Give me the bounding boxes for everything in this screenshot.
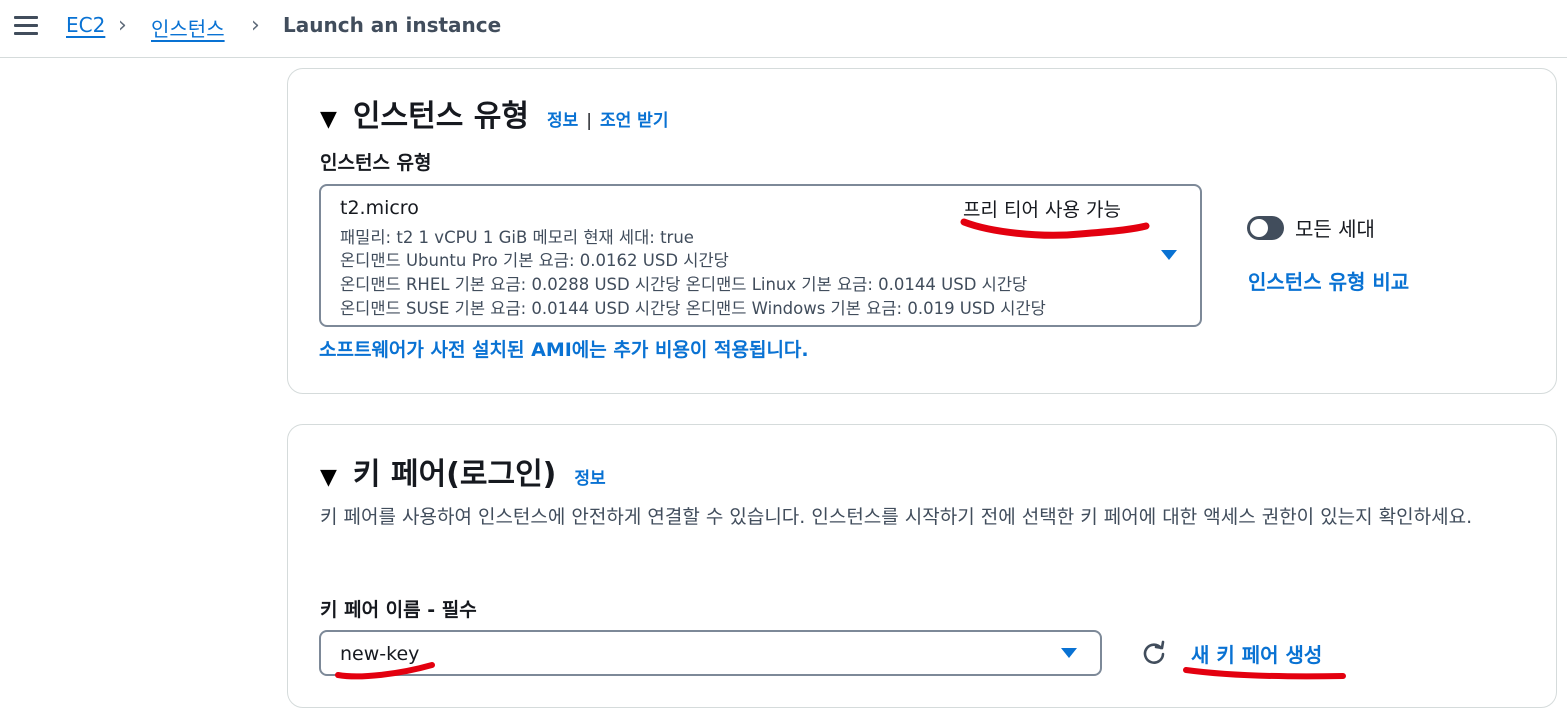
key-pair-select[interactable]: new-key bbox=[319, 630, 1102, 676]
chevron-right-icon: › bbox=[118, 13, 127, 38]
section-title: 인스턴스 유형 bbox=[352, 99, 529, 134]
separator: | bbox=[586, 111, 592, 131]
get-advice-link[interactable]: 조언 받기 bbox=[600, 106, 668, 131]
breadcrumb-instances[interactable]: 인스턴스 bbox=[151, 13, 225, 42]
key-pair-panel: ▼ 키 페어(로그인) 정보 키 페어를 사용하여 인스턴스에 안전하게 연결할… bbox=[287, 424, 1557, 708]
chevron-right-icon: › bbox=[251, 13, 260, 38]
breadcrumb-ec2[interactable]: EC2 bbox=[66, 13, 105, 37]
ami-cost-note-link[interactable]: 소프트웨어가 사전 설치된 AMI에는 추가 비용이 적용됩니다. bbox=[319, 335, 809, 362]
instance-type-name: t2.micro bbox=[340, 197, 419, 219]
key-pair-value: new-key bbox=[340, 643, 420, 665]
caret-down-icon[interactable]: ▼ bbox=[320, 465, 337, 490]
create-key-pair-link[interactable]: 새 키 페어 생성 bbox=[1191, 639, 1322, 668]
pricing-line-rhel-linux: 온디맨드 RHEL 기본 요금: 0.0288 USD 시간당 온디맨드 Lin… bbox=[340, 275, 1028, 294]
section-header: ▼ 인스턴스 유형 정보 | 조언 받기 bbox=[320, 91, 668, 135]
compare-instance-types-link[interactable]: 인스턴스 유형 비교 bbox=[1248, 266, 1409, 295]
pricing-line-suse-windows: 온디맨드 SUSE 기본 요금: 0.0144 USD 시간당 온디맨드 Win… bbox=[340, 299, 1046, 318]
top-navigation-bar: EC2 › 인스턴스 › Launch an instance bbox=[0, 0, 1567, 58]
breadcrumb-current: Launch an instance bbox=[283, 13, 502, 37]
info-link[interactable]: 정보 bbox=[574, 464, 605, 489]
instance-spec-line: 패밀리: t2 1 vCPU 1 GiB 메모리 현재 세대: true bbox=[340, 228, 694, 247]
pricing-line-ubuntu: 온디맨드 Ubuntu Pro 기본 요금: 0.0162 USD 시간당 bbox=[340, 251, 729, 270]
dropdown-arrow-icon bbox=[1161, 250, 1177, 260]
refresh-icon[interactable] bbox=[1139, 639, 1169, 669]
key-pair-description: 키 페어를 사용하여 인스턴스에 안전하게 연결할 수 있습니다. 인스턴스를 … bbox=[320, 506, 1473, 528]
menu-icon[interactable] bbox=[14, 16, 38, 36]
section-header: ▼ 키 페어(로그인) 정보 bbox=[320, 449, 606, 493]
instance-type-select[interactable]: t2.micro 프리 티어 사용 가능 패밀리: t2 1 vCPU 1 Gi… bbox=[319, 184, 1202, 327]
caret-down-icon[interactable]: ▼ bbox=[320, 107, 337, 132]
free-tier-badge: 프리 티어 사용 가능 bbox=[963, 199, 1121, 221]
dropdown-arrow-icon bbox=[1061, 648, 1077, 658]
instance-type-label: 인스턴스 유형 bbox=[320, 152, 432, 174]
key-pair-name-label: 키 페어 이름 - 필수 bbox=[320, 599, 477, 621]
all-generations-toggle[interactable] bbox=[1247, 216, 1284, 240]
instance-type-panel: ▼ 인스턴스 유형 정보 | 조언 받기 인스턴스 유형 t2.micro 프리… bbox=[287, 68, 1557, 394]
all-generations-label: 모든 세대 bbox=[1295, 217, 1375, 241]
info-link[interactable]: 정보 bbox=[547, 106, 578, 131]
section-title: 키 페어(로그인) bbox=[352, 457, 557, 492]
